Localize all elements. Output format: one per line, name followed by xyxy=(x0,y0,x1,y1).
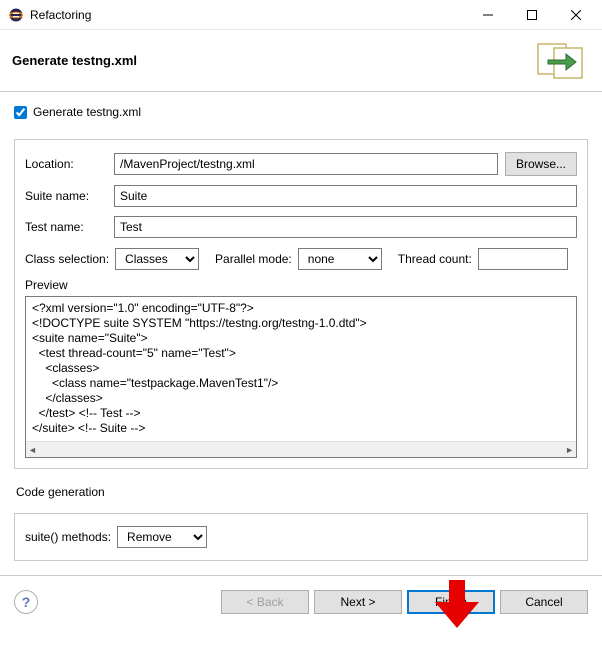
horizontal-scrollbar[interactable]: ◄ ► xyxy=(26,441,576,457)
scroll-right-icon[interactable]: ► xyxy=(565,445,574,455)
preview-textarea[interactable]: <?xml version="1.0" encoding="UTF-8"?> <… xyxy=(25,296,577,458)
window-title: Refactoring xyxy=(30,8,466,22)
cancel-button[interactable]: Cancel xyxy=(500,590,588,614)
next-button[interactable]: Next > xyxy=(314,590,402,614)
parallel-mode-label: Parallel mode: xyxy=(215,252,292,266)
code-generation-label: Code generation xyxy=(16,485,588,499)
suite-methods-select[interactable]: Remove xyxy=(117,526,207,548)
finish-button[interactable]: Finish xyxy=(407,590,495,614)
scroll-left-icon[interactable]: ◄ xyxy=(28,445,37,455)
test-name-label: Test name: xyxy=(25,220,107,234)
wizard-banner: Generate testng.xml xyxy=(0,30,602,92)
minimize-button[interactable] xyxy=(466,1,510,29)
maximize-button[interactable] xyxy=(510,1,554,29)
location-label: Location: xyxy=(25,157,107,171)
suite-name-input[interactable] xyxy=(114,185,577,207)
generate-checkbox-row: Generate testng.xml xyxy=(14,105,588,119)
class-selection-select[interactable]: Classes xyxy=(115,248,199,270)
divider xyxy=(0,575,602,576)
preview-label: Preview xyxy=(25,278,577,292)
suite-methods-group: suite() methods: Remove xyxy=(14,513,588,561)
preview-content: <?xml version="1.0" encoding="UTF-8"?> <… xyxy=(32,301,570,436)
button-bar: ? < Back Next > Finish Cancel xyxy=(14,586,588,614)
thread-count-input[interactable] xyxy=(478,248,568,270)
back-button[interactable]: < Back xyxy=(221,590,309,614)
main-group: Location: Browse... Suite name: Test nam… xyxy=(14,139,588,469)
suite-name-label: Suite name: xyxy=(25,189,107,203)
browse-button[interactable]: Browse... xyxy=(505,152,577,176)
thread-count-label: Thread count: xyxy=(398,252,472,266)
test-name-input[interactable] xyxy=(114,216,577,238)
help-button[interactable]: ? xyxy=(14,590,38,614)
wizard-icon xyxy=(534,40,590,82)
title-bar: Refactoring xyxy=(0,0,602,30)
generate-testng-checkbox[interactable] xyxy=(14,106,27,119)
eclipse-icon xyxy=(8,7,24,23)
generate-testng-label: Generate testng.xml xyxy=(33,105,141,119)
wizard-heading: Generate testng.xml xyxy=(12,53,534,68)
location-input[interactable] xyxy=(114,153,498,175)
parallel-mode-select[interactable]: none xyxy=(298,248,382,270)
suite-methods-label: suite() methods: xyxy=(25,530,111,544)
close-button[interactable] xyxy=(554,1,598,29)
class-selection-label: Class selection: xyxy=(25,252,109,266)
